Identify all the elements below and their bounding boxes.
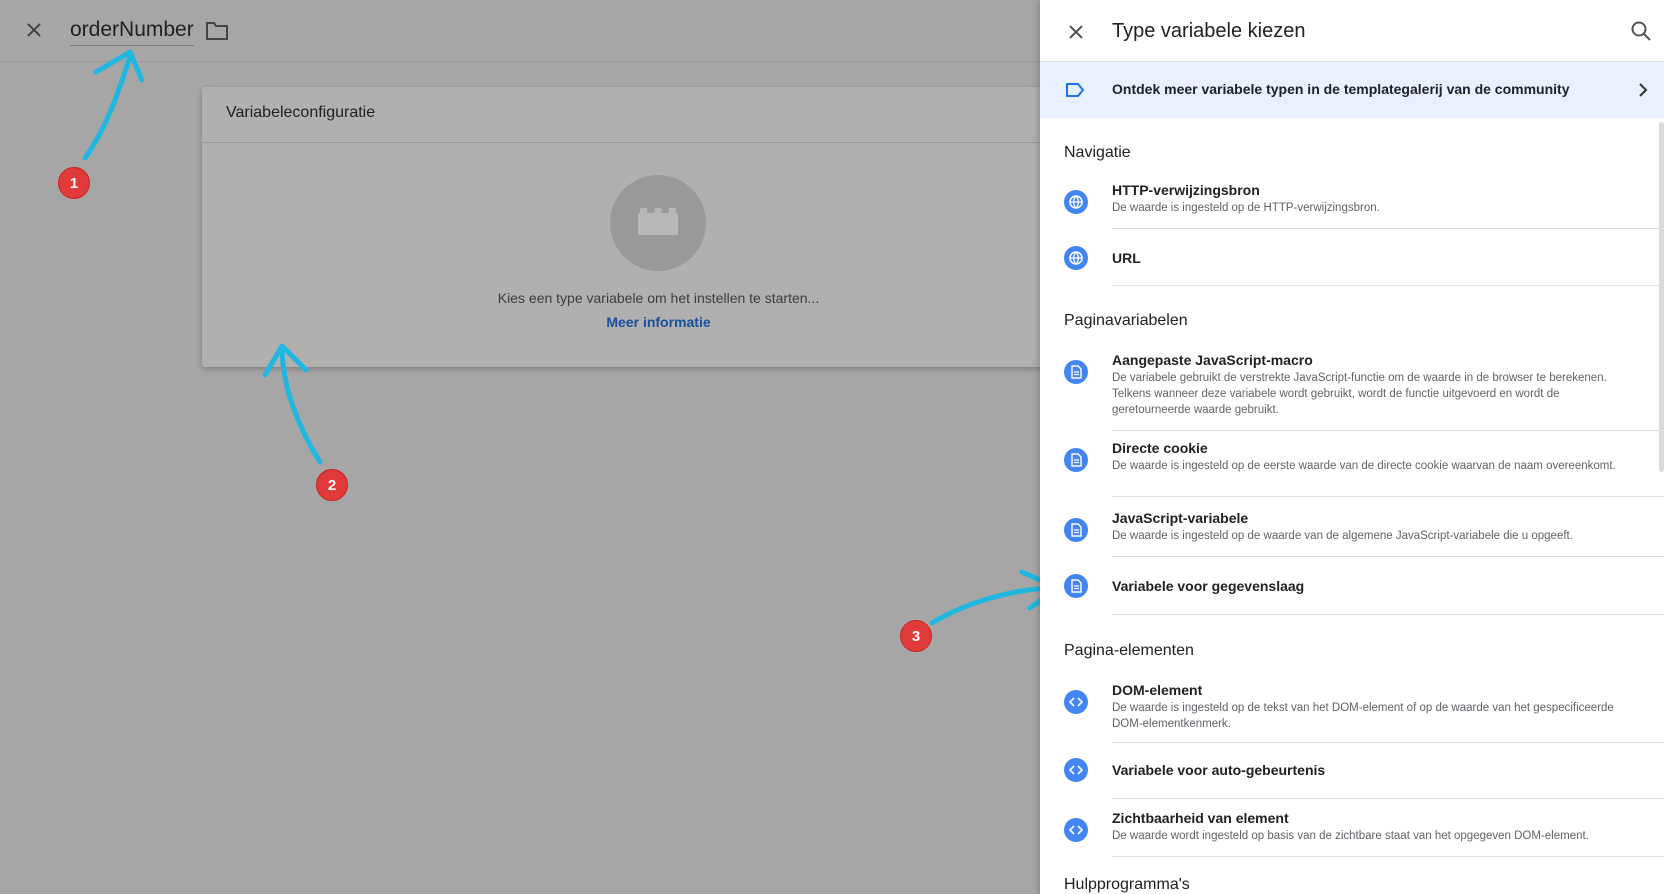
type-item-http-referrer[interactable]: HTTP-verwijzingsbron De waarde is ingest… xyxy=(1040,180,1664,230)
type-item-title: Directe cookie xyxy=(1112,440,1208,456)
item-divider xyxy=(1112,496,1664,497)
label-icon xyxy=(1066,83,1084,97)
type-item-title: HTTP-verwijzingsbron xyxy=(1112,182,1260,198)
section-title-navigation: Navigatie xyxy=(1064,144,1131,161)
type-item-title: Zichtbaarheid van element xyxy=(1112,810,1289,826)
type-item-title: DOM-element xyxy=(1112,682,1203,698)
card-hint-text: Kies een type variabele om het instellen… xyxy=(497,290,820,306)
type-item-dom-element[interactable]: DOM-element De waarde is ingesteld op de… xyxy=(1040,680,1664,743)
type-item-title: Variabele voor auto-gebeurtenis xyxy=(1112,762,1326,778)
code-icon xyxy=(1064,758,1088,782)
gallery-banner-text: Ontdek meer variabele typen in de templa… xyxy=(1112,81,1570,97)
section-title-page-variables: Paginavariabelen xyxy=(1064,312,1188,329)
annotation-arrow-1 xyxy=(82,53,133,161)
type-item-data-layer-variable[interactable]: Variabele voor gegevenslaag xyxy=(1040,558,1664,615)
type-item-title: Aangepaste JavaScript-macro xyxy=(1112,352,1313,368)
type-item-title: JavaScript-variabele xyxy=(1112,510,1249,526)
item-divider xyxy=(1112,285,1664,286)
variable-type-panel: Type variabele kiezen Ontdek meer variab… xyxy=(1040,0,1664,894)
type-item-auto-event-variable[interactable]: Variabele voor auto-gebeurtenis xyxy=(1040,744,1664,800)
globe-icon xyxy=(1064,190,1088,214)
variable-config-card[interactable]: Variabeleconfiguratie Kies een type vari… xyxy=(202,87,1062,367)
item-divider xyxy=(1112,556,1664,557)
close-icon[interactable] xyxy=(1064,20,1088,44)
type-item-javascript-variable[interactable]: JavaScript-variabele De waarde is ingest… xyxy=(1040,508,1664,558)
document-icon xyxy=(1064,518,1088,542)
chevron-right-icon xyxy=(1639,83,1648,97)
search-icon[interactable] xyxy=(1630,20,1652,42)
annotation-badge-1: 1 xyxy=(58,167,90,199)
card-divider xyxy=(202,142,1062,143)
card-title: Variabeleconfiguratie xyxy=(226,104,376,121)
folder-icon[interactable] xyxy=(205,20,229,42)
editor-topbar: orderNumber xyxy=(0,0,1040,62)
item-divider xyxy=(1112,614,1664,615)
document-icon xyxy=(1064,574,1088,598)
annotation-badge-2: 2 xyxy=(316,469,348,501)
type-item-description: De waarde is ingesteld op de HTTP-verwij… xyxy=(1112,202,1380,214)
document-icon xyxy=(1064,448,1088,472)
section-title-page-elements: Pagina-elementen xyxy=(1064,642,1194,659)
more-info-link[interactable]: Meer informatie xyxy=(202,314,1115,330)
item-divider xyxy=(1112,742,1664,743)
type-item-first-party-cookie[interactable]: Directe cookie De waarde is ingesteld op… xyxy=(1040,438,1664,500)
annotation-arrow-3 xyxy=(929,585,1059,626)
close-icon[interactable] xyxy=(22,18,46,42)
section-title-utilities: Hulpprogramma's xyxy=(1064,876,1190,893)
item-divider xyxy=(1112,430,1664,431)
code-icon xyxy=(1064,690,1088,714)
code-icon xyxy=(1064,818,1088,842)
item-divider xyxy=(1112,228,1664,229)
type-item-description: De waarde is ingesteld op de eerste waar… xyxy=(1112,460,1616,472)
type-item-description: De waarde is ingesteld op de tekst van h… xyxy=(1112,702,1614,730)
panel-title: Type variabele kiezen xyxy=(1112,20,1306,42)
item-divider xyxy=(1112,856,1664,857)
type-item-description: De waarde wordt ingesteld op basis van d… xyxy=(1112,830,1589,842)
type-item-title: Variabele voor gegevenslaag xyxy=(1112,578,1305,594)
brick-placeholder xyxy=(610,175,706,271)
globe-icon xyxy=(1064,246,1088,270)
panel-header: Type variabele kiezen xyxy=(1040,0,1664,62)
type-item-element-visibility[interactable]: Zichtbaarheid van element De waarde word… xyxy=(1040,808,1664,860)
type-item-title: URL xyxy=(1112,250,1141,266)
annotation-badge-3: 3 xyxy=(900,620,932,652)
type-item-description: De waarde is ingesteld op de waarde van … xyxy=(1112,530,1573,542)
variable-name-field[interactable]: orderNumber xyxy=(70,18,194,46)
brick-icon xyxy=(638,208,678,235)
type-item-url[interactable]: URL xyxy=(1040,232,1664,286)
item-divider xyxy=(1112,798,1664,799)
type-item-description: De variabele gebruikt de verstrekte Java… xyxy=(1112,372,1607,416)
type-item-custom-javascript[interactable]: Aangepaste JavaScript-macro De variabele… xyxy=(1040,350,1664,431)
template-gallery-banner[interactable]: Ontdek meer variabele typen in de templa… xyxy=(1040,62,1664,118)
document-icon xyxy=(1064,360,1088,384)
